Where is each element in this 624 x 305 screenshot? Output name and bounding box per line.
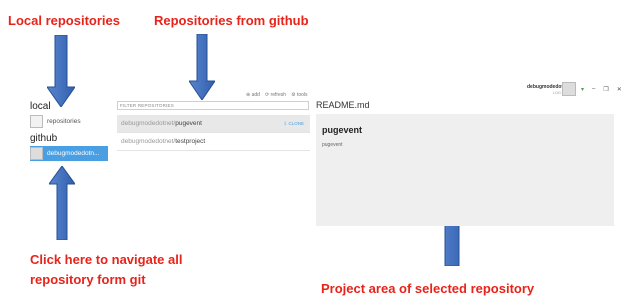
repository-icon xyxy=(30,115,43,128)
toolbar: ⊕ add ⟳ refresh ⚙ tools xyxy=(246,92,308,98)
window-controls: ▾ – ❐ ✕ xyxy=(581,86,622,93)
restore-icon[interactable]: ❐ xyxy=(603,86,608,93)
list-item[interactable]: debugmodedotnet/testproject xyxy=(117,133,310,151)
tools-button[interactable]: ⚙ tools xyxy=(291,92,307,98)
menu-icon[interactable]: ▾ xyxy=(581,86,584,93)
refresh-button[interactable]: ⟳ refresh xyxy=(265,92,286,98)
sidebar-item-label: repositories xyxy=(47,118,81,125)
avatar xyxy=(30,147,43,160)
clone-button[interactable]: ⇩ CLONE xyxy=(283,121,304,127)
list-item[interactable]: debugmodedotnet/pugevent ⇩ CLONE xyxy=(117,115,310,133)
github-heading: github xyxy=(30,133,58,144)
filter-repositories-input[interactable]: FILTER REPOSITORIES xyxy=(117,101,309,110)
annotation-click-here-line2: repository form git xyxy=(30,272,146,287)
arrow-up-account-icon xyxy=(49,166,75,240)
avatar xyxy=(562,82,576,96)
close-icon[interactable]: ✕ xyxy=(617,86,622,93)
add-button[interactable]: ⊕ add xyxy=(246,92,260,98)
repository-list: debugmodedotnet/pugevent ⇩ CLONE debugmo… xyxy=(117,115,310,151)
sidebar-item-label: debugmodedotn... xyxy=(47,150,100,157)
project-area: pugevent pugevent xyxy=(316,114,614,226)
sidebar-item-local-repositories[interactable]: repositories xyxy=(30,114,110,129)
minimize-icon[interactable]: – xyxy=(592,86,595,93)
annotation-repositories-from-github: Repositories from github xyxy=(154,13,309,28)
arrow-down-github-icon xyxy=(189,34,215,100)
annotation-click-here: Click here to navigate all xyxy=(30,252,183,267)
local-heading: local xyxy=(30,101,51,112)
readme-title: README.md xyxy=(316,100,370,110)
project-description: pugevent xyxy=(322,142,343,148)
arrow-down-local-icon xyxy=(47,35,75,107)
project-title: pugevent xyxy=(322,125,363,135)
sidebar-item-github-account[interactable]: debugmodedotn... xyxy=(30,146,108,161)
annotation-project-area: Project area of selected repository xyxy=(321,281,535,296)
annotation-local-repositories: Local repositories xyxy=(8,13,120,28)
